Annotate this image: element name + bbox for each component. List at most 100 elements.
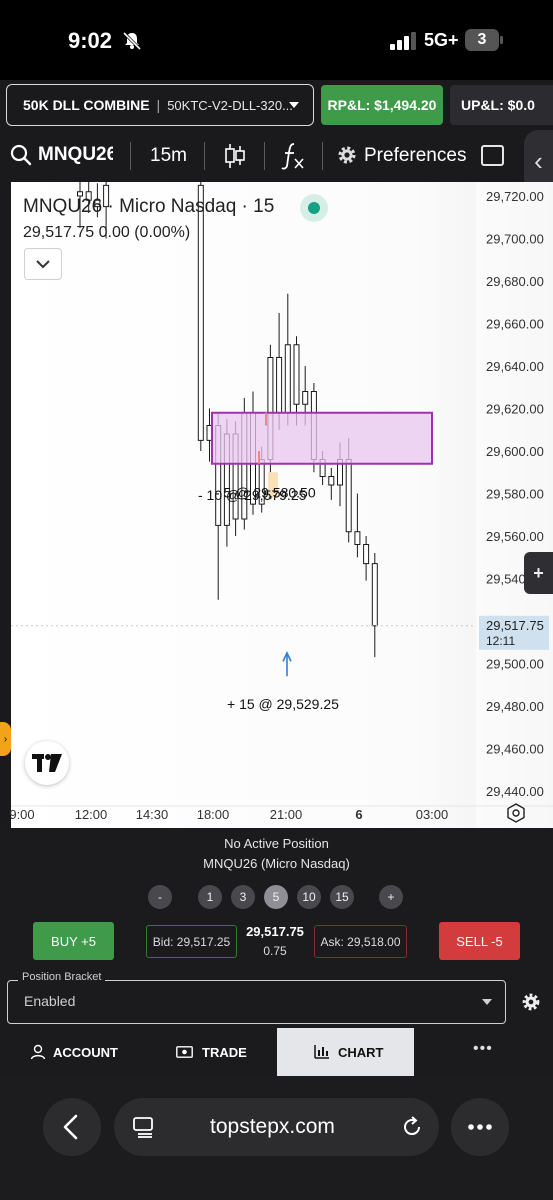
qty-1-button[interactable]: 1 (198, 885, 222, 909)
chevron-down-icon (482, 999, 492, 1005)
browser-back-button[interactable] (43, 1098, 101, 1156)
browser-bar: topstepx.com (0, 1076, 553, 1200)
time-axis-label: 12:00 (75, 807, 108, 822)
account-name: 50K DLL COMBINE (23, 97, 150, 113)
time-axis-label: 03:00 (416, 807, 449, 822)
account-selector[interactable]: 50K DLL COMBINE | 50KTC-V2-DLL-320... (6, 84, 314, 126)
price-axis-label: 29,600.00 (486, 444, 544, 459)
price-axis-label: 29,580.00 (486, 487, 544, 502)
preferences-button[interactable]: Preferences (364, 145, 466, 167)
legend-price: 29,517.75 0.00 (0.00%) (23, 224, 191, 241)
price-chart[interactable]: - 5 @ 29,580.50- 10 @ 29,579.25 + 15 @ 29… (0, 182, 553, 830)
time-axis-label: 18:00 (197, 807, 230, 822)
bid-button[interactable]: Bid: 29,517.25 (146, 925, 237, 958)
candle-body (354, 531, 361, 545)
last-size: 0.75 (263, 944, 287, 958)
fx-icon[interactable] (280, 142, 306, 170)
candle-body (284, 344, 291, 414)
price-axis-label: 29,660.00 (486, 317, 544, 332)
interval-selector[interactable]: 15m (150, 145, 187, 167)
time-axis-label: 6 (355, 807, 362, 822)
price-axis-label: 29,560.00 (486, 529, 544, 544)
user-icon (30, 1044, 46, 1060)
nav-account[interactable]: ACCOUNT (30, 1028, 118, 1076)
left-drawer-tab[interactable]: › (0, 722, 11, 756)
toolbar-divider (130, 142, 131, 170)
reload-icon[interactable] (400, 1115, 424, 1139)
price-axis-label: 29,480.00 (486, 699, 544, 714)
position-bracket-label: Position Bracket (18, 971, 106, 983)
browser-more-button[interactable] (451, 1098, 509, 1156)
instrument-label: MNQU26 (Micro Nasdaq) (203, 856, 350, 871)
gear-icon[interactable] (521, 992, 541, 1012)
url-text: topstepx.com (210, 1115, 335, 1138)
chevron-down-icon (289, 102, 299, 108)
price-zone (211, 411, 433, 465)
fullscreen-toggle[interactable] (481, 145, 504, 166)
battery-level: 3 (477, 31, 487, 48)
qty-increment-button[interactable]: + (379, 885, 403, 909)
candle-body (371, 563, 378, 627)
symbol-input[interactable]: MNQU26 (38, 144, 113, 166)
ask-button[interactable]: Ask: 29,518.00 (314, 925, 407, 958)
chart-icon (314, 1045, 329, 1059)
candle-body (302, 391, 309, 405)
time-axis-label: 14:30 (136, 807, 169, 822)
unrealized-pnl-badge[interactable]: UP&L: $0.0 (450, 85, 553, 125)
nav-trade-label: TRADE (202, 1044, 247, 1060)
toolbar-divider (204, 142, 205, 170)
bell-muted-icon (122, 31, 142, 51)
price-axis-label: 29,500.00 (486, 657, 544, 672)
search-icon[interactable] (10, 144, 32, 166)
nav-trade[interactable]: TRADE (176, 1028, 247, 1076)
candle-timer-label: 12:11 (486, 634, 515, 648)
legend-collapse-button[interactable] (24, 248, 62, 280)
account-separator: | (156, 97, 161, 113)
candle-body (293, 344, 300, 405)
last-price: 29,517.75 (246, 924, 304, 939)
more-menu-button[interactable]: ••• (473, 1040, 493, 1058)
tradingview-logo[interactable] (25, 741, 69, 785)
price-axis-label: 29,460.00 (486, 742, 544, 757)
gear-icon[interactable] (336, 144, 358, 166)
bottom-nav: ACCOUNT TRADE CHART ••• (0, 1028, 553, 1076)
address-bar[interactable]: topstepx.com (114, 1098, 439, 1156)
trade-annotation: + 15 @ 29,529.25 (227, 696, 339, 712)
time-axis-label: 9:00 (9, 807, 34, 822)
toolbar-divider (322, 142, 323, 170)
price-axis-label: 29,720.00 (486, 189, 544, 204)
qty-5-button[interactable]: 5 (264, 885, 288, 909)
price-axis-label: 29,680.00 (486, 274, 544, 289)
candle-body (363, 544, 370, 565)
chart-toolbar: MNQU26 15m Preferences ‹ (0, 130, 553, 192)
qty-15-button[interactable]: 15 (330, 885, 354, 909)
price-axis-label: 29,620.00 (486, 402, 544, 417)
nav-chart-content[interactable]: CHART (314, 1028, 384, 1076)
position-bracket-select[interactable] (7, 980, 506, 1024)
realized-pnl-badge[interactable]: RP&L: $1,494.20 (321, 85, 443, 125)
position-bracket-value: Enabled (24, 993, 76, 1009)
toolbar-divider (264, 142, 265, 170)
cash-icon (176, 1046, 193, 1058)
qty-3-button[interactable]: 3 (231, 885, 255, 909)
candle-body (197, 184, 204, 441)
candle-body (345, 459, 352, 533)
time-axis-label: 21:00 (270, 807, 303, 822)
qty-decrement-button[interactable]: - (148, 885, 172, 909)
chart-canvas[interactable]: - 5 @ 29,580.50- 10 @ 29,579.25+ 15 @ 29… (0, 182, 553, 830)
add-order-button[interactable]: + (524, 552, 553, 594)
chevron-left-icon (63, 1114, 78, 1140)
candlestick-icon[interactable] (224, 143, 246, 169)
position-status: No Active Position (224, 836, 329, 851)
signal-icon (390, 32, 416, 50)
account-id: 50KTC-V2-DLL-320... (167, 97, 293, 113)
sell-button[interactable]: SELL -5 (439, 922, 520, 960)
price-axis-label: 29,440.00 (486, 784, 544, 799)
trade-panel: No Active Position MNQU26 (Micro Nasdaq)… (0, 830, 553, 1028)
market-status-dot (300, 194, 328, 222)
clock: 9:02 (68, 28, 113, 53)
buy-button[interactable]: BUY +5 (33, 922, 114, 960)
nav-account-label: ACCOUNT (53, 1044, 118, 1060)
qty-10-button[interactable]: 10 (297, 885, 321, 909)
reader-icon[interactable] (132, 1116, 154, 1138)
